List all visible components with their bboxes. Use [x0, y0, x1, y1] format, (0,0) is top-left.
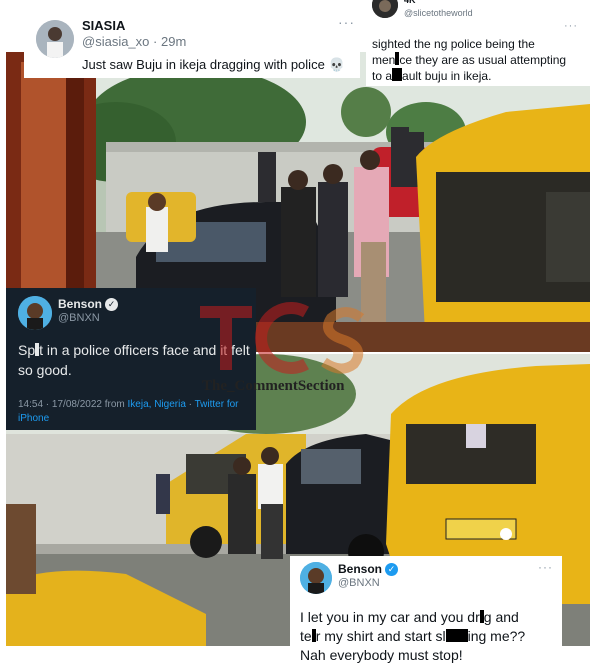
tweet-author-handle[interactable]: @BNXN: [338, 577, 380, 589]
meta-separator: ·: [185, 399, 195, 410]
tweet-text-line: I let you in my car and you dr g and: [300, 608, 525, 627]
tweet-text-line: te r my shirt and start sl ing me??: [300, 627, 525, 646]
avatar[interactable]: [36, 20, 74, 58]
watermark-text: The_CommentSection: [202, 378, 345, 394]
tweet-text-fragment: ing me??: [467, 628, 526, 644]
more-options-icon[interactable]: ···: [564, 20, 578, 32]
skull-emoji: 💀: [328, 57, 345, 72]
watermark-tcs-icon: [200, 302, 365, 374]
tweet-timestamp[interactable]: 29m: [161, 34, 186, 49]
tweet-text: I let you in my car and you dr g and te r …: [300, 608, 525, 665]
tweet-text-line: sighted the ng police being the: [372, 37, 535, 51]
more-options-icon[interactable]: ···: [338, 14, 355, 30]
tweet-text-fragment: ce they are as usual attempting: [399, 53, 567, 67]
redaction-bar: [392, 68, 403, 81]
avatar[interactable]: [18, 296, 52, 330]
tweet-card-slicetotheworld[interactable]: 4K @slicetotheworld sighted the ng polic…: [366, 0, 590, 86]
avatar[interactable]: [300, 562, 332, 594]
redaction-bar: [445, 629, 468, 642]
watermark-logo: The_CommentSection: [196, 298, 372, 422]
avatar[interactable]: [372, 0, 398, 18]
tweet-text-line: men ce they are as usual attempting: [372, 52, 566, 68]
tweet-text-fragment: g and: [483, 609, 519, 625]
tweet-author-handle[interactable]: @siasia_xo: [82, 34, 149, 49]
tweet-text-fragment: to a: [372, 69, 393, 83]
verified-badge-icon: ✓: [105, 298, 119, 311]
more-options-icon[interactable]: ···: [538, 560, 553, 574]
tweet-text-fragment: ault buju in ikeja.: [402, 69, 492, 83]
tweet-text-fragment: I let you in my car and you dr: [300, 609, 480, 625]
tweet-text-line: to a ault buju in ikeja.: [372, 68, 566, 84]
tweet-text-fragment: men: [372, 53, 396, 67]
tweet-datetime[interactable]: 14:54 · 17/08/2022 from: [18, 399, 128, 410]
tweet-location-link[interactable]: Ikeja, Nigeria: [128, 399, 186, 410]
tweet-text: sighted the ng police being the men ce th…: [372, 36, 566, 84]
tweet-card-siasia[interactable]: SIASIA @siasia_xo · 29m Just saw Buju in…: [24, 6, 360, 78]
tweet-text-fragment: Sp: [18, 342, 36, 358]
tweet-author-handle[interactable]: @BNXN: [58, 312, 100, 324]
tweet-text-fragment: te: [300, 628, 312, 644]
tweet-text-fragment: r my shirt and start sl: [315, 628, 446, 644]
tweet-text-line: Nah everybody must stop!: [300, 647, 463, 663]
tweet-card-benson-light[interactable]: Benson ✓ @BNXN ··· I let you in my car an…: [290, 556, 562, 668]
tweet-author-name[interactable]: Benson: [58, 297, 102, 311]
tweet-author-name[interactable]: SIASIA: [82, 18, 125, 33]
tweet-text-body: Just saw Buju in ikeja dragging with pol…: [82, 57, 325, 72]
tweet-text: Just saw Buju in ikeja dragging with pol…: [82, 57, 345, 73]
separator-dot: ·: [153, 34, 158, 49]
tweet-author-handle[interactable]: @slicetotheworld: [404, 8, 473, 18]
verified-badge-icon: ✓: [385, 563, 399, 576]
tweet-author-name[interactable]: 4K: [404, 0, 416, 5]
tweet-author-name[interactable]: Benson: [338, 562, 382, 576]
